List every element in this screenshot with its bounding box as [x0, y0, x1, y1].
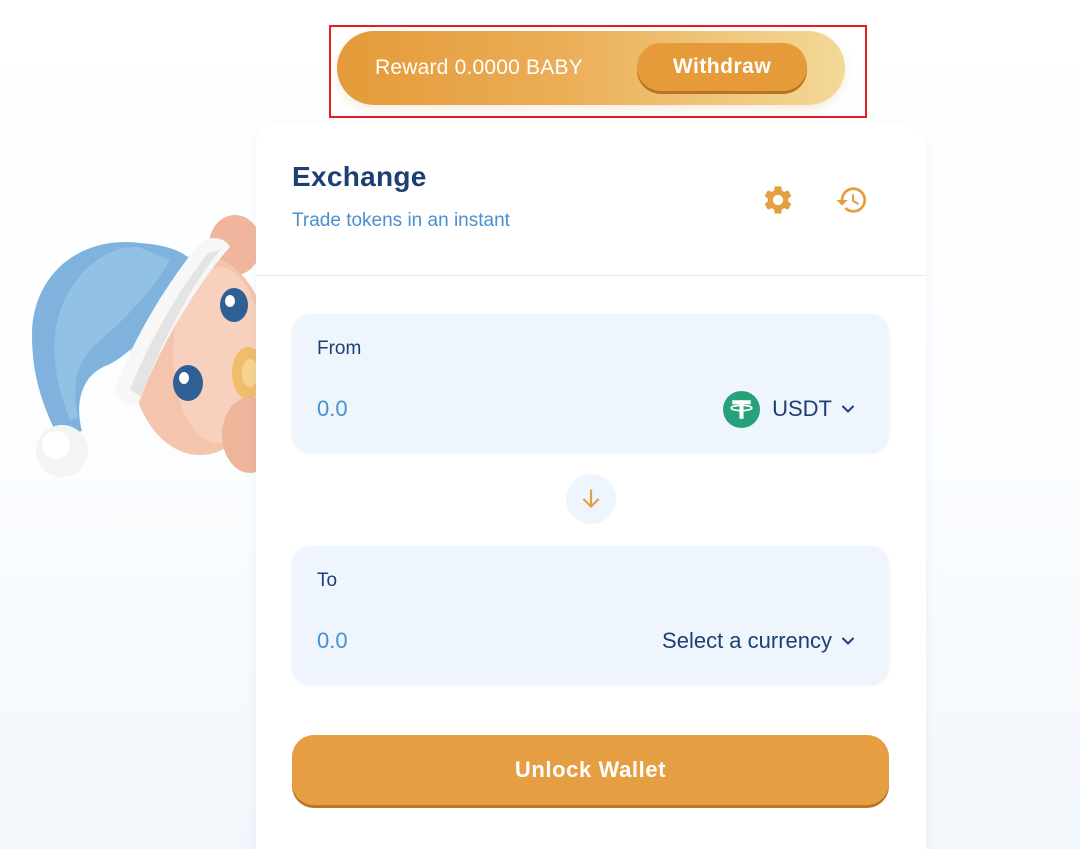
highlight-box: [329, 25, 867, 118]
to-panel: To 0.0 Select a currency: [292, 546, 889, 684]
to-label: To: [317, 570, 338, 591]
from-currency-label: USDT: [772, 396, 832, 421]
history-button[interactable]: [832, 180, 872, 220]
to-currency-select[interactable]: Select a currency: [662, 622, 855, 660]
exchange-card: Exchange Trade tokens in an instant From…: [256, 125, 926, 849]
from-panel: From 0.0 USDT: [292, 314, 889, 452]
from-amount-input[interactable]: 0.0: [317, 396, 348, 422]
from-label: From: [317, 338, 362, 359]
arrow-down-icon: [582, 489, 600, 508]
chevron-down-icon: [842, 405, 854, 413]
page-subtitle: Trade tokens in an instant: [292, 210, 510, 231]
to-amount-input[interactable]: 0.0: [317, 628, 348, 654]
to-currency-label: Select a currency: [662, 628, 832, 653]
page-title: Exchange: [292, 161, 427, 192]
swap-direction-button[interactable]: [566, 474, 616, 524]
gear-icon: [764, 186, 792, 214]
exchange-header: Exchange Trade tokens in an instant: [256, 125, 926, 276]
unlock-wallet-button[interactable]: Unlock Wallet: [292, 735, 889, 805]
from-currency-select[interactable]: USDT: [723, 390, 855, 428]
baby-mascot-illustration: [20, 205, 278, 490]
settings-button[interactable]: [758, 180, 798, 220]
chevron-down-icon: [842, 637, 854, 645]
usdt-token-icon: [723, 390, 761, 428]
history-icon: [836, 187, 867, 213]
